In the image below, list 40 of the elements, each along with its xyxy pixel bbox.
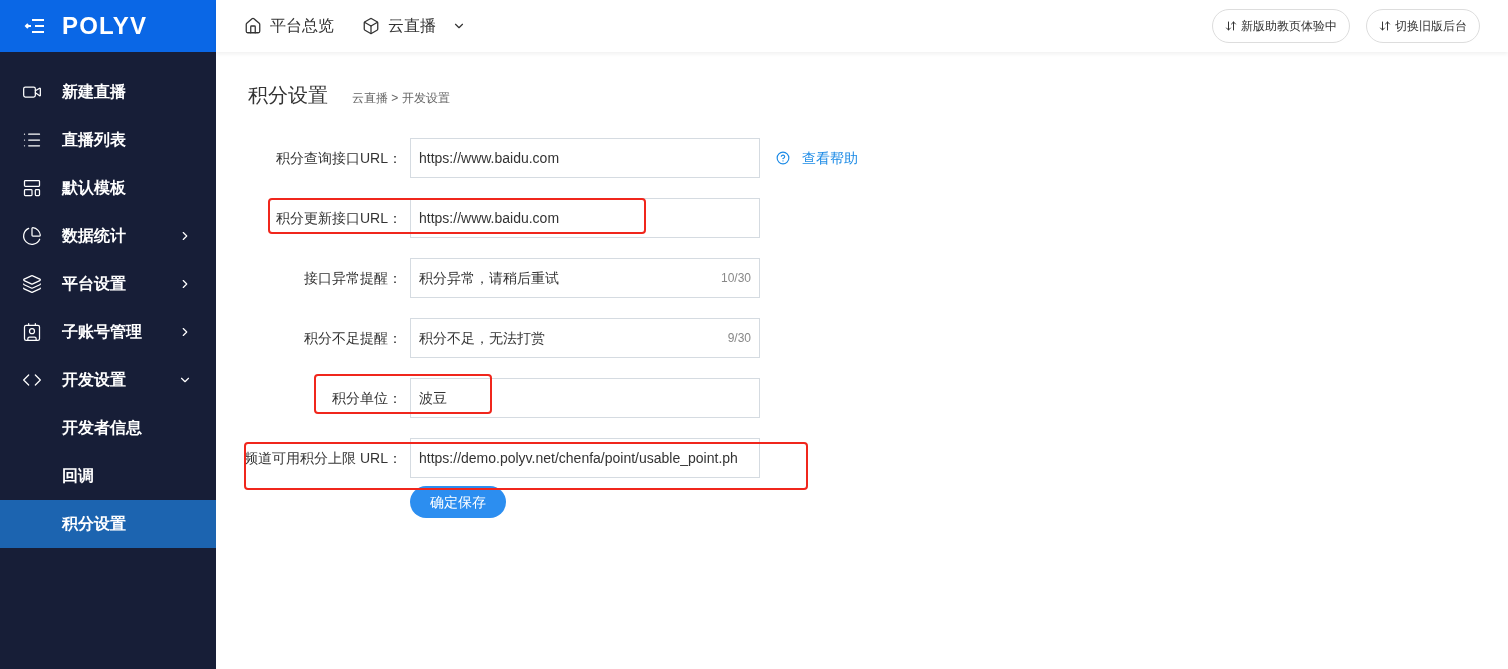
pie-chart-icon (22, 226, 42, 246)
menu-icon[interactable] (24, 18, 46, 34)
sidebar-item[interactable]: 新建直播 (0, 68, 216, 116)
help-icon (776, 151, 790, 165)
input-field[interactable]: 积分不足，无法打赏 9/30 (410, 318, 760, 358)
sidebar-subitem[interactable]: 开发者信息 (0, 404, 216, 452)
sidebar-subitem[interactable]: 积分设置 (0, 500, 216, 548)
field-label: 接口异常提醒： (303, 268, 403, 288)
input-field[interactable]: 积分异常，请稍后重试 10/30 (410, 258, 760, 298)
layers-icon (22, 274, 42, 294)
input-field[interactable]: 波豆 (410, 378, 760, 418)
breadcrumb-item: 开发设置 (402, 90, 451, 107)
sidebar-item[interactable]: 开发设置 (0, 356, 216, 404)
input-field[interactable]: https://www.baidu.com (410, 138, 760, 178)
sidebar-item[interactable]: 子账号管理 (0, 308, 216, 356)
nav-item[interactable]: 云直播 (362, 14, 466, 38)
nav-item[interactable]: 平台总览 (244, 14, 334, 38)
sidebar-item[interactable]: 默认模板 (0, 164, 216, 212)
contact-card-icon (22, 322, 42, 342)
field-label: 积分更新接口URL： (275, 208, 403, 228)
cube-icon (362, 17, 380, 35)
field-label: 积分查询接口URL： (275, 148, 403, 168)
help-link[interactable]: 查看帮助 (776, 147, 858, 169)
logo: POLYV (62, 11, 148, 41)
character-counter: 10/30 (720, 270, 751, 287)
sidebar-item[interactable]: 数据统计 (0, 212, 216, 260)
home-icon (244, 17, 262, 35)
breadcrumb-item[interactable]: 云直播 > (352, 89, 399, 107)
page-title: 积分设置 (248, 83, 328, 108)
field-label: 积分不足提醒： (303, 328, 403, 348)
sort-arrows-icon (1379, 20, 1391, 32)
sidebar-subitem[interactable]: 回调 (0, 452, 216, 500)
sidebar-item[interactable]: 直播列表 (0, 116, 216, 164)
character-counter: 9/30 (727, 330, 751, 347)
field-label: 积分单位： (331, 388, 403, 408)
layout-icon (22, 178, 42, 198)
input-field[interactable]: https://www.baidu.com (410, 198, 760, 238)
input-field[interactable]: https://demo.polyv.net/chenfa/point/usable_point.ph (410, 438, 760, 478)
sort-arrows-icon (1225, 20, 1237, 32)
sidebar-item[interactable]: 平台设置 (0, 260, 216, 308)
